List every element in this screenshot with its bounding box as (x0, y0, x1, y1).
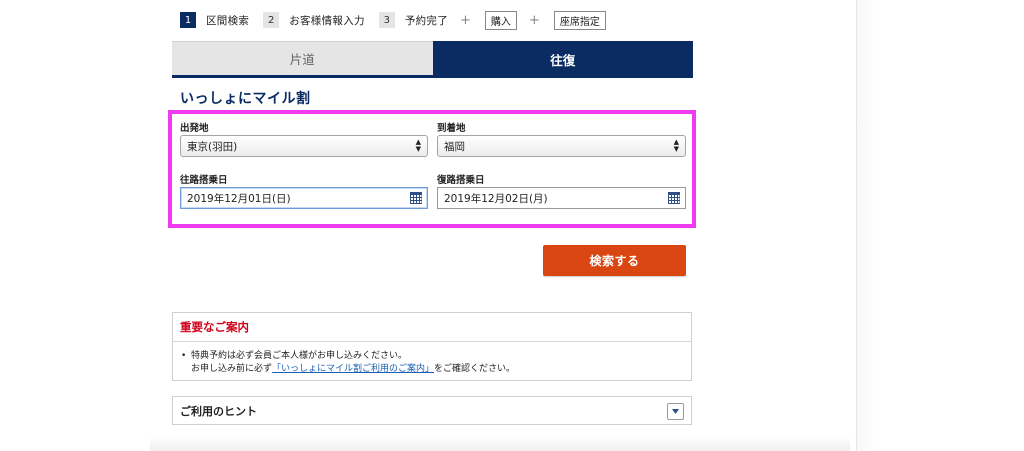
page-right-background (856, 0, 1024, 451)
plus-icon: + (528, 12, 540, 28)
notice-line-2-prefix: お申し込み前に必ず (191, 364, 273, 374)
calendar-icon[interactable] (668, 192, 680, 204)
step-2: 2 お客様情報入力 (263, 12, 365, 28)
select-arrows-icon: ▲ ▼ (673, 138, 679, 153)
chevron-down-icon[interactable] (667, 403, 684, 420)
usage-hint-accordion[interactable]: ご利用のヒント (172, 396, 692, 425)
step-3-label: 予約完了 (404, 14, 449, 27)
step-seat-selection: 座席指定 (553, 10, 606, 30)
bullet-icon: • (181, 351, 187, 361)
step-2-label: お客様情報入力 (289, 14, 365, 27)
tab-round-trip[interactable]: 往復 (432, 41, 693, 78)
notice-line-2-suffix: をご確認ください。 (434, 364, 516, 374)
departure-label: 出発地 (180, 123, 209, 134)
page-divider (856, 0, 857, 451)
calendar-icon[interactable] (410, 192, 422, 204)
step-1-number: 1 (180, 12, 196, 28)
arrival-label: 到着地 (437, 123, 466, 134)
outbound-date-label: 往路搭乗日 (180, 175, 228, 186)
outbound-date-field[interactable]: 2019年12月01日(日) (180, 187, 428, 209)
notice-title: 重要なご案内 (173, 313, 691, 342)
bottom-shadow (150, 436, 850, 451)
return-date-label: 復路搭乗日 (437, 175, 485, 186)
select-arrows-icon: ▲ ▼ (415, 138, 421, 153)
tab-one-way[interactable]: 片道 (172, 41, 433, 78)
step-3: 3 予約完了 (378, 12, 449, 28)
search-button[interactable]: 検索する (543, 245, 686, 276)
plus-icon: + (460, 12, 471, 28)
step-2-number: 2 (263, 12, 280, 28)
step-1-label: 区間検索 (206, 14, 250, 27)
outbound-date-value: 2019年12月01日(日) (187, 192, 291, 205)
arrival-value: 福岡 (444, 140, 465, 153)
hint-title: ご利用のヒント (180, 404, 257, 418)
trip-type-tabs: 片道 往復 (172, 41, 693, 78)
departure-value: 東京(羽田) (187, 140, 238, 153)
important-notice: 重要なご案内 • 特典予約は必ず会員ご本人様がお申し込みください。 お申し込み前に… (172, 312, 692, 381)
progress-stepper: 1 区間検索 2 お客様情報入力 3 予約完了 + 購入 + 座席指定 (180, 10, 620, 30)
arrival-select[interactable]: 福岡 ▲ ▼ (437, 135, 686, 157)
search-form-highlight (168, 110, 696, 228)
guide-link[interactable]: 「いっしょにマイル割ご利用のご案内」 (272, 364, 434, 374)
step-1: 1 区間検索 (180, 12, 249, 28)
notice-body: • 特典予約は必ず会員ご本人様がお申し込みください。 お申し込み前に必ず「いっしょ… (173, 342, 691, 376)
return-date-field[interactable]: 2019年12月02日(月) (437, 187, 686, 209)
step-3-number: 3 (378, 12, 395, 28)
notice-line-1: 特典予約は必ず会員ご本人様がお申し込みください。 (191, 351, 408, 361)
step-purchase: 購入 (484, 10, 517, 30)
return-date-value: 2019年12月02日(月) (444, 192, 548, 205)
section-title: いっしょにマイル割 (180, 91, 311, 107)
departure-select[interactable]: 東京(羽田) ▲ ▼ (180, 135, 428, 157)
